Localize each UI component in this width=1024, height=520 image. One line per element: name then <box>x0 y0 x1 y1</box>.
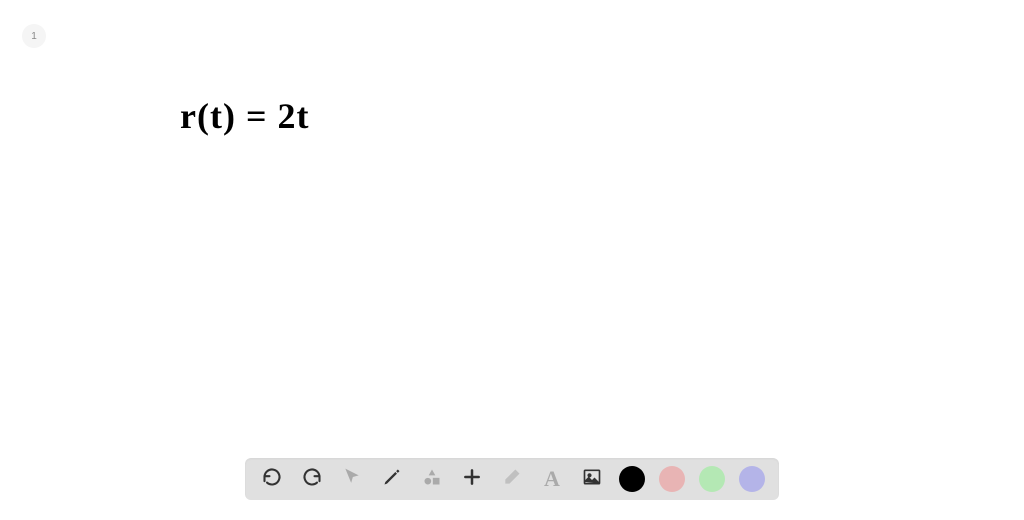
eraser-tool[interactable] <box>499 466 525 492</box>
image-icon <box>582 467 602 492</box>
pen-icon <box>382 467 402 492</box>
redo-button[interactable] <box>299 466 325 492</box>
redo-icon <box>302 467 322 492</box>
color-black[interactable] <box>619 466 645 492</box>
image-tool[interactable] <box>579 466 605 492</box>
plus-icon <box>462 467 482 492</box>
pointer-icon <box>342 467 362 492</box>
drawing-toolbar: A <box>245 458 779 500</box>
color-green[interactable] <box>699 466 725 492</box>
pen-tool[interactable] <box>379 466 405 492</box>
page-number: 1 <box>31 31 37 42</box>
canvas-handwriting: r(t) = 2t <box>180 95 309 137</box>
pointer-tool[interactable] <box>339 466 365 492</box>
undo-icon <box>262 467 282 492</box>
undo-button[interactable] <box>259 466 285 492</box>
shapes-tool[interactable] <box>419 466 445 492</box>
eraser-icon <box>502 467 522 492</box>
add-tool[interactable] <box>459 466 485 492</box>
page-number-badge: 1 <box>22 24 46 48</box>
color-red[interactable] <box>659 466 685 492</box>
text-icon: A <box>544 466 560 491</box>
shapes-icon <box>422 467 442 492</box>
text-tool[interactable]: A <box>539 466 565 492</box>
color-purple[interactable] <box>739 466 765 492</box>
